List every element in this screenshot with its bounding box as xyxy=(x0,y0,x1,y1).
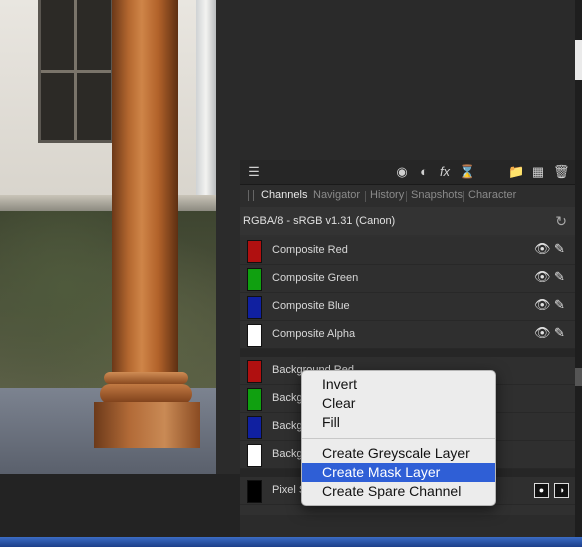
channel-thumbnail xyxy=(247,268,262,291)
channel-row-composite-blue[interactable]: Composite Blue 👁 ✎ xyxy=(240,293,575,321)
grip-icon[interactable] xyxy=(248,190,254,201)
menu-item-fill[interactable]: Fill xyxy=(302,413,495,432)
channel-thumbnail xyxy=(247,480,262,503)
menu-item-invert[interactable]: Invert xyxy=(302,375,495,394)
panel-toolbar: ☰ ◉ ◐ fx ⌛ 📁 ▦ 🗑 xyxy=(240,160,575,185)
panel-tabs: Channels Navigator History Snapshots Cha… xyxy=(240,185,575,207)
context-menu: Invert Clear Fill Create Greyscale Layer… xyxy=(301,370,496,506)
mask-toggle-icon[interactable]: ● xyxy=(534,483,549,498)
tab-character[interactable]: Character xyxy=(468,189,516,201)
format-bar: RGBA/8 - sRGB v1.31 (Canon) ↻ xyxy=(240,207,575,235)
channel-row-composite-green[interactable]: Composite Green 👁 ✎ xyxy=(240,265,575,293)
channel-name: Composite Blue xyxy=(272,300,350,312)
channel-thumbnail xyxy=(247,296,262,319)
channel-name: Composite Red xyxy=(272,244,348,256)
channel-thumbnail xyxy=(247,416,262,439)
eye-icon[interactable]: 👁 xyxy=(534,241,551,257)
channel-row-composite-alpha[interactable]: Composite Alpha 👁 ✎ xyxy=(240,321,575,349)
format-label: RGBA/8 - sRGB v1.31 (Canon) xyxy=(243,215,396,227)
channel-thumbnail xyxy=(247,444,262,467)
layers-icon[interactable]: ☰ xyxy=(246,164,262,180)
channel-name: Composite Alpha xyxy=(272,328,356,340)
photo-ledge xyxy=(0,195,216,211)
channel-thumbnail xyxy=(247,324,262,347)
section-divider xyxy=(240,349,575,357)
half-fill-icon[interactable]: ◑ xyxy=(554,483,569,498)
image-canvas[interactable] xyxy=(0,0,216,474)
photo-side-column xyxy=(196,0,216,200)
eye-icon[interactable]: 👁 xyxy=(534,269,551,285)
channel-thumbnail xyxy=(247,360,262,383)
tab-navigator[interactable]: Navigator xyxy=(313,189,360,201)
tab-history[interactable]: History xyxy=(370,189,404,201)
pencil-icon[interactable]: ✎ xyxy=(554,325,565,341)
pencil-icon[interactable]: ✎ xyxy=(554,241,565,257)
folder-icon[interactable]: 📁 xyxy=(508,164,524,180)
photo-column-base xyxy=(94,402,200,448)
checker-icon[interactable]: ▦ xyxy=(530,164,546,180)
fx-icon[interactable]: fx xyxy=(437,164,453,180)
channel-name: Backg xyxy=(272,448,303,460)
pencil-icon[interactable]: ✎ xyxy=(554,297,565,313)
mask-icon[interactable]: ◉ xyxy=(394,164,410,180)
empty-workspace xyxy=(216,0,582,160)
tab-channels[interactable]: Channels xyxy=(261,189,307,201)
menu-item-create-greyscale-layer[interactable]: Create Greyscale Layer xyxy=(302,444,495,463)
reset-icon[interactable]: ↻ xyxy=(555,213,567,230)
channel-thumbnail xyxy=(247,240,262,263)
taskbar xyxy=(0,537,582,547)
pencil-icon[interactable]: ✎ xyxy=(554,269,565,285)
photo-column-ring xyxy=(104,372,188,384)
menu-item-create-mask-layer[interactable]: Create Mask Layer xyxy=(302,463,495,482)
eye-icon[interactable]: 👁 xyxy=(534,297,551,313)
right-edge-strip xyxy=(575,0,582,547)
channel-thumbnail xyxy=(247,388,262,411)
channel-name: Backg xyxy=(272,392,303,404)
trash-icon[interactable]: 🗑 xyxy=(553,164,570,180)
adjustment-icon[interactable]: ◐ xyxy=(416,164,432,180)
menu-item-clear[interactable]: Clear xyxy=(302,394,495,413)
menu-item-create-spare-channel[interactable]: Create Spare Channel xyxy=(302,482,495,501)
photo-column-ring xyxy=(100,384,192,404)
tab-snapshots[interactable]: Snapshots xyxy=(411,189,463,201)
channel-row-composite-red[interactable]: Composite Red 👁 ✎ xyxy=(240,237,575,265)
channel-name: Backg xyxy=(272,420,303,432)
eye-icon[interactable]: 👁 xyxy=(534,325,551,341)
photo-window xyxy=(38,0,114,143)
hourglass-icon[interactable]: ⌛ xyxy=(459,164,475,180)
channel-name: Composite Green xyxy=(272,272,359,284)
photo-column xyxy=(112,0,178,376)
menu-separator xyxy=(302,438,495,439)
